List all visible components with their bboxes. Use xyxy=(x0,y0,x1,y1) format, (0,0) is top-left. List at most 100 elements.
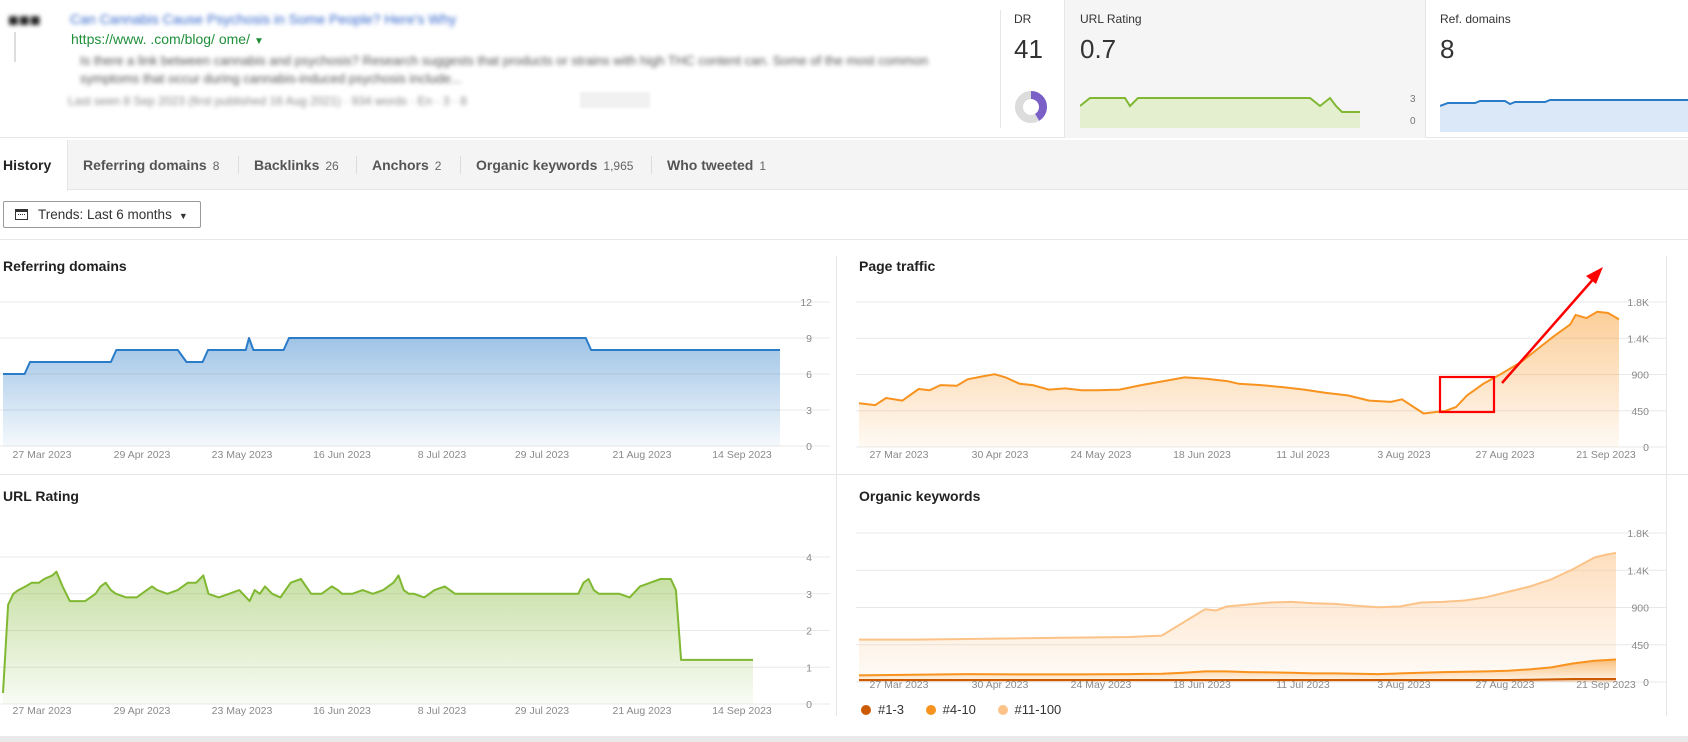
mini-axis-top: 3 xyxy=(1410,94,1416,105)
x-tick-label: 24 May 2023 xyxy=(1071,679,1132,691)
tab-count: 2 xyxy=(434,159,442,173)
tab-anchors[interactable]: Anchors 2 xyxy=(372,140,441,190)
y-tick-label: 0 xyxy=(806,441,812,453)
page-url[interactable]: https://www. .com/blog/ ome/ ▼ xyxy=(71,31,264,47)
tab-history[interactable]: History xyxy=(0,140,68,191)
tab-count: 1,965 xyxy=(603,159,634,173)
x-tick-label: 21 Sep 2023 xyxy=(1576,679,1636,691)
legend-item-11-100[interactable]: #11-100 xyxy=(997,702,1062,717)
y-tick-label: 1.4K xyxy=(1627,565,1649,577)
panel-title-organic-keywords: Organic keywords xyxy=(859,488,981,504)
legend-item-4-10[interactable]: #4-10 xyxy=(925,702,976,717)
tab-label: History xyxy=(3,157,52,173)
x-tick-label: 24 May 2023 xyxy=(1071,449,1132,461)
x-tick-label: 23 May 2023 xyxy=(212,449,273,461)
legend-label: #11-100 xyxy=(1014,702,1062,717)
divider xyxy=(0,239,1688,240)
referring-domains-chart[interactable]: 12 9 6 3 0 27 Mar 2023 29 Apr 2023 23 May 2023 1… xyxy=(0,282,830,467)
page-traffic-chart[interactable]: 1.8K 1.4K 900 450 0 27 Mar 2023 30 Apr 2023 24 … xyxy=(856,255,1666,467)
page-header: ■■■ Can Cannabis Cause Psychosis in Some… xyxy=(0,0,1688,138)
divider xyxy=(1666,256,1667,716)
trends-dropdown[interactable]: Trends: Last 6 months ▼ xyxy=(3,201,201,228)
x-tick-label: 30 Apr 2023 xyxy=(972,449,1029,461)
x-tick-label: 21 Aug 2023 xyxy=(613,705,672,717)
trends-label: Trends: Last 6 months xyxy=(38,207,172,222)
y-tick-label: 3 xyxy=(806,405,812,417)
url-rating-label: URL Rating xyxy=(1080,12,1142,26)
ref-domains-metric: Ref. domains 8 xyxy=(1426,0,1688,138)
y-tick-label: 450 xyxy=(1631,406,1649,418)
x-tick-label: 23 May 2023 xyxy=(212,705,273,717)
thumbnail-placeholder xyxy=(14,32,62,62)
calendar-icon xyxy=(15,209,28,220)
y-tick-label: 6 xyxy=(806,369,812,381)
tab-who-tweeted[interactable]: Who tweeted 1 xyxy=(667,140,766,190)
y-tick-label: 0 xyxy=(1643,442,1649,454)
y-tick-label: 9 xyxy=(806,333,812,345)
panel-title-url-rating: URL Rating xyxy=(3,488,79,504)
y-tick-label: 12 xyxy=(800,297,812,309)
organic-keywords-legend: #1-3 #4-10 #11-100 xyxy=(861,702,1079,717)
panel-title-referring-domains: Referring domains xyxy=(3,258,127,274)
series-area xyxy=(3,338,780,446)
x-tick-label: 11 Jul 2023 xyxy=(1276,679,1330,691)
y-tick-label: 1.8K xyxy=(1627,528,1649,540)
series-area xyxy=(859,552,1616,682)
tab-count: 1 xyxy=(759,159,767,173)
tab-label: Who tweeted xyxy=(667,157,754,173)
mini-axis-bottom: 0 xyxy=(1410,116,1416,127)
legend-item-1-3[interactable]: #1-3 xyxy=(861,702,904,717)
organic-keywords-chart[interactable]: 1.8K 1.4K 900 450 0 27 Mar 2023 30 Apr 2023 24 … xyxy=(856,510,1666,696)
page-title[interactable]: Can Cannabis Cause Psychosis in Some Peo… xyxy=(70,11,460,27)
ref-domains-label: Ref. domains xyxy=(1440,12,1511,26)
x-tick-label: 11 Jul 2023 xyxy=(1276,449,1330,461)
x-tick-label: 21 Sep 2023 xyxy=(1576,449,1636,461)
ref-domains-value[interactable]: 8 xyxy=(1440,34,1454,65)
url-rating-metric: URL Rating 0.7 3 0 xyxy=(1064,0,1426,138)
tab-backlinks[interactable]: Backlinks 26 xyxy=(254,140,339,190)
x-tick-label: 3 Aug 2023 xyxy=(1377,449,1430,461)
x-tick-label: 27 Aug 2023 xyxy=(1476,679,1535,691)
url-rating-chart[interactable]: 4 3 2 1 0 27 Mar 2023 29 Apr 2023 23 May 2023 16… xyxy=(0,510,830,720)
y-tick-label: 1.8K xyxy=(1627,297,1649,309)
page-url-text[interactable]: https://www. .com/blog/ ome/ xyxy=(71,31,250,47)
tab-divider xyxy=(238,156,239,174)
tab-referring-domains[interactable]: Referring domains 8 xyxy=(83,140,219,190)
y-tick-label: 0 xyxy=(1643,677,1649,689)
x-tick-label: 27 Mar 2023 xyxy=(13,705,72,717)
legend-dot xyxy=(925,705,936,715)
tab-label: Backlinks xyxy=(254,157,320,173)
bottom-scroll-area xyxy=(0,736,1688,742)
dr-donut-chart xyxy=(1015,91,1047,123)
x-tick-label: 29 Apr 2023 xyxy=(114,449,171,461)
tab-organic-keywords[interactable]: Organic keywords 1,965 xyxy=(476,140,633,190)
x-tick-label: 27 Aug 2023 xyxy=(1476,449,1535,461)
tab-divider xyxy=(651,156,652,174)
redaction-block xyxy=(580,92,650,108)
x-tick-label: 27 Mar 2023 xyxy=(870,449,929,461)
legend-label: #1-3 xyxy=(878,702,905,717)
x-tick-label: 8 Jul 2023 xyxy=(418,449,467,461)
tab-count: 8 xyxy=(212,159,220,173)
x-tick-label: 18 Jun 2023 xyxy=(1173,679,1231,691)
mini-area xyxy=(1440,100,1688,132)
page-favicon: ■■■ xyxy=(8,10,41,30)
url-dropdown-icon[interactable]: ▼ xyxy=(254,36,264,47)
divider xyxy=(836,256,837,716)
url-rating-mini-chart: 3 0 xyxy=(1080,94,1416,128)
divider xyxy=(0,474,1688,475)
x-tick-label: 16 Jun 2023 xyxy=(313,449,371,461)
x-tick-label: 30 Apr 2023 xyxy=(972,679,1029,691)
url-rating-value[interactable]: 0.7 xyxy=(1080,34,1116,65)
x-tick-label: 29 Jul 2023 xyxy=(515,705,569,717)
y-tick-label: 2 xyxy=(806,626,812,638)
page-meta: Last seen 8 Sep 2023 (first published 16… xyxy=(68,94,467,108)
dr-value[interactable]: 41 xyxy=(1014,34,1043,65)
x-tick-label: 18 Jun 2023 xyxy=(1173,449,1231,461)
y-tick-label: 0 xyxy=(806,699,812,711)
x-tick-label: 29 Apr 2023 xyxy=(114,705,171,717)
tab-count: 26 xyxy=(325,159,339,173)
x-tick-label: 27 Mar 2023 xyxy=(870,679,929,691)
legend-dot xyxy=(861,705,871,715)
tab-divider xyxy=(356,156,357,174)
